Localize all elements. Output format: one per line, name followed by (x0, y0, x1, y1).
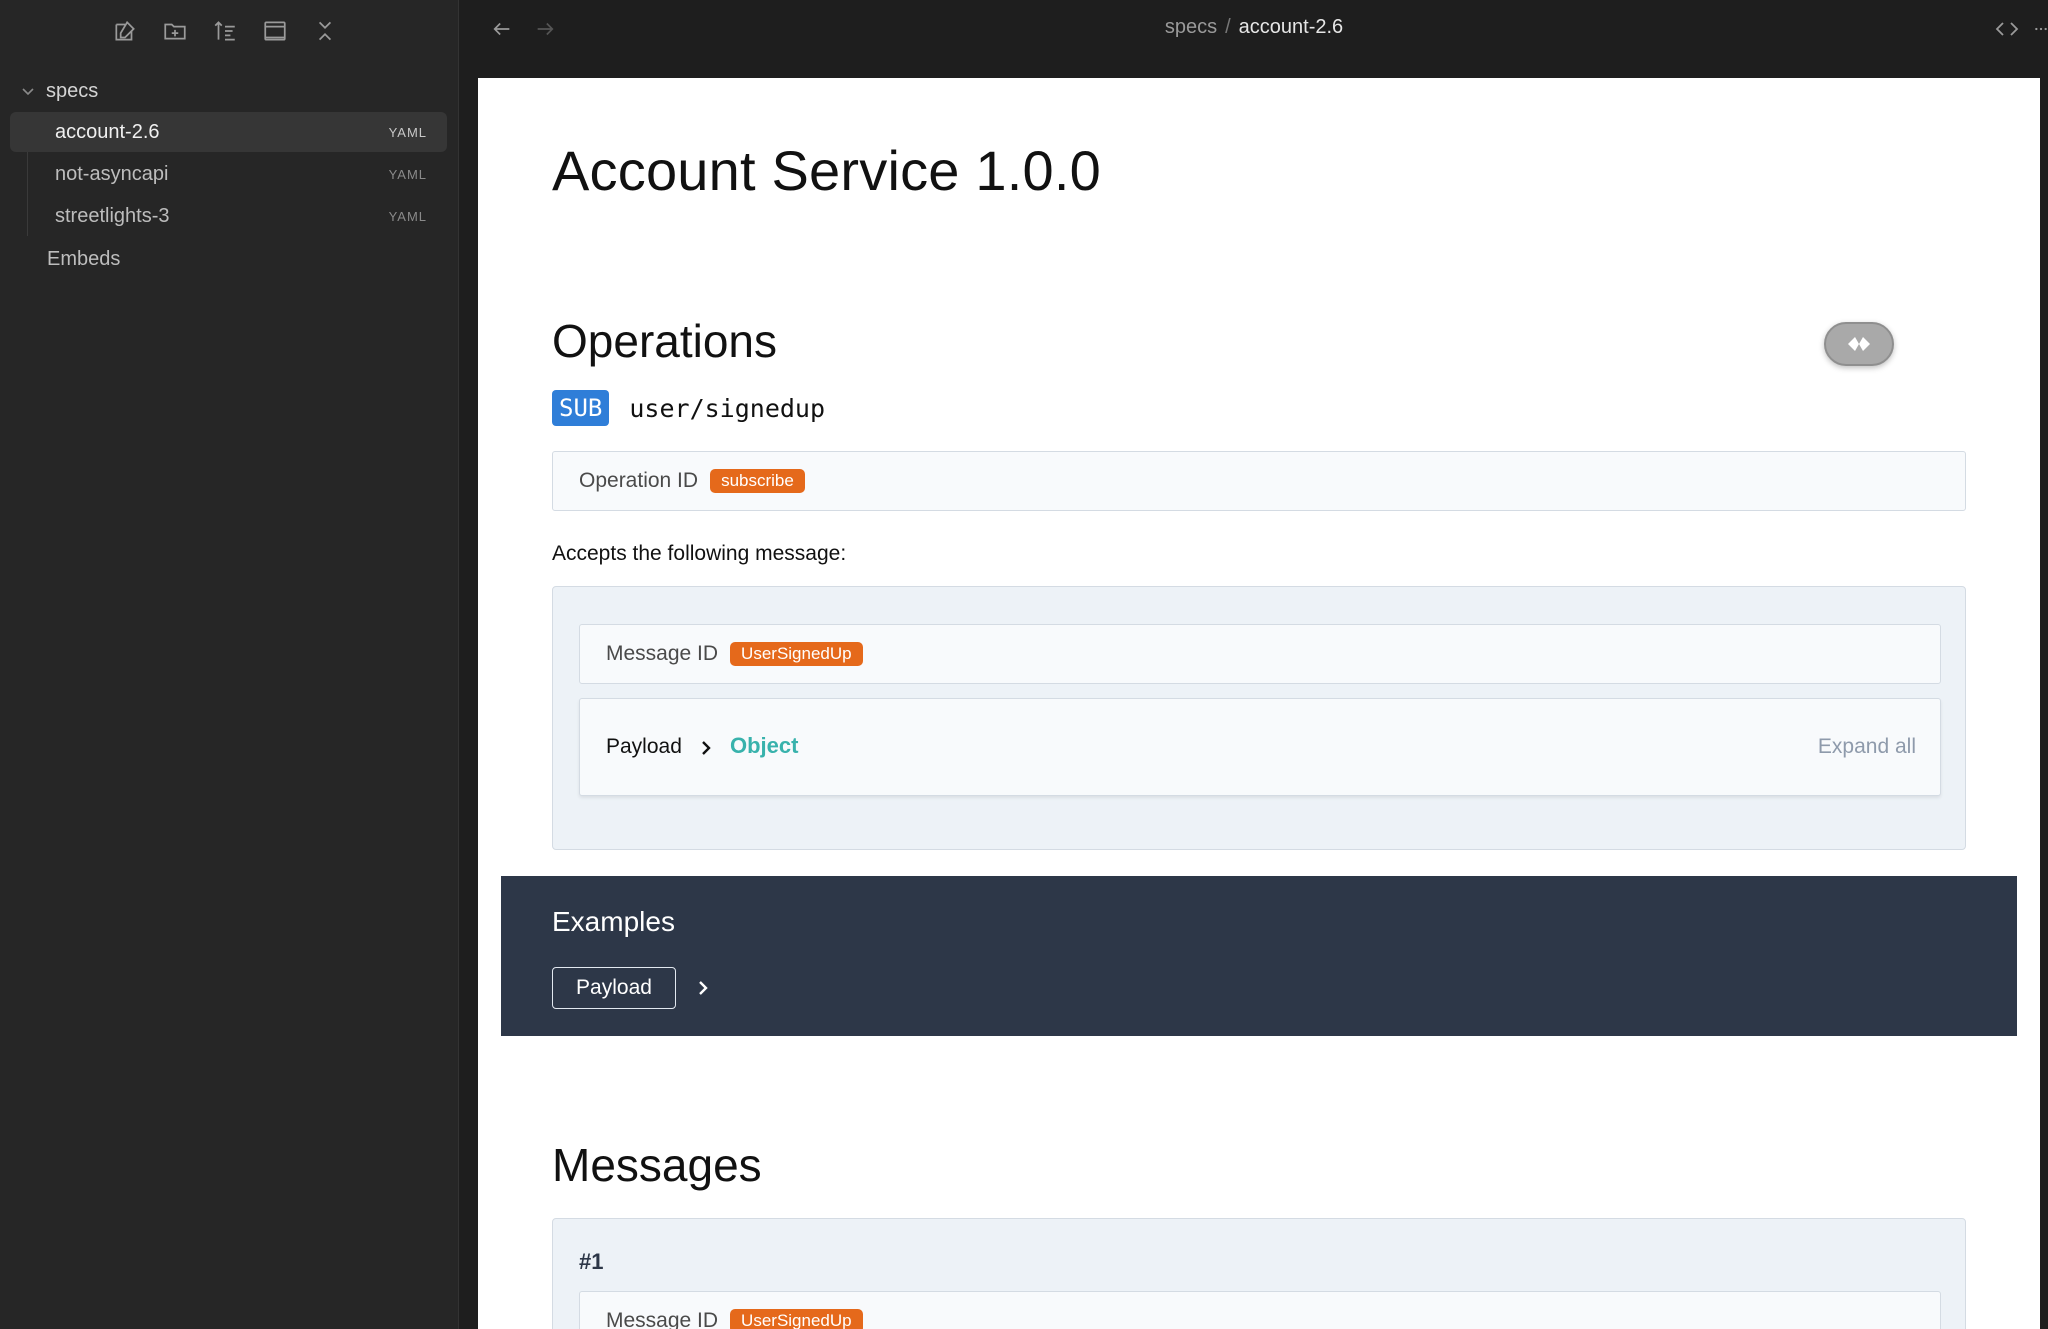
new-note-button[interactable] (108, 14, 142, 48)
diamond-arrows-icon (1848, 337, 1870, 351)
file-item-streetlights[interactable]: streetlights-3 YAML (10, 196, 447, 236)
top-right-actions (1992, 14, 2048, 44)
sidebar-toggle-button[interactable] (1824, 322, 1894, 366)
file-tree: specs account-2.6 YAML not-asyncapi YAML… (0, 72, 459, 280)
file-label: streetlights-3 (55, 204, 170, 227)
breadcrumb-parent[interactable]: specs (1165, 16, 1217, 38)
collapse-all-button[interactable] (308, 14, 342, 48)
new-folder-icon (164, 23, 186, 40)
message-id-box: Message ID UserSignedUp (579, 1291, 1941, 1329)
layout-button[interactable] (258, 14, 292, 48)
examples-heading: Examples (552, 906, 675, 937)
sort-icon (214, 21, 235, 41)
message-id-label: Message ID (606, 642, 719, 665)
examples-section: Examples Payload (501, 876, 2017, 1036)
page-title: Account Service 1.0.0 (552, 139, 1101, 202)
document-view: Account Service 1.0.0 Operations SUB use… (478, 78, 2040, 1329)
messages-container: #1 Message ID UserSignedUp (552, 1218, 1966, 1329)
top-bar: specs / account-2.6 (460, 0, 2048, 78)
channel-name: user/signedup (629, 393, 826, 423)
layout-icon (264, 21, 286, 41)
accepts-text: Accepts the following message: (552, 542, 847, 565)
file-type-tag: YAML (388, 208, 427, 224)
breadcrumb-current[interactable]: account-2.6 (1239, 16, 1344, 38)
message-id-label: Message ID (606, 1309, 719, 1329)
new-note-icon (115, 20, 135, 41)
code-icon (1995, 22, 2019, 36)
file-type-tag: YAML (388, 124, 427, 140)
message-number: #1 (579, 1249, 604, 1274)
file-item-not-asyncapi[interactable]: not-asyncapi YAML (10, 154, 447, 194)
payload-type: Object (730, 733, 799, 758)
breadcrumb: specs / account-2.6 (460, 16, 2048, 39)
breadcrumb-separator: / (1225, 16, 1231, 38)
collapse-all-icon (318, 21, 332, 41)
message-container: Message ID UserSignedUp Payload Object E… (552, 586, 1966, 850)
chevron-right-icon[interactable] (694, 977, 712, 999)
source-view-button[interactable] (1992, 14, 2022, 44)
operation-id-tag: subscribe (710, 469, 805, 493)
expand-all-button[interactable]: Expand all (1818, 735, 1916, 759)
file-item-embeds[interactable]: Embeds (0, 238, 459, 280)
sort-button[interactable] (208, 14, 242, 48)
operation-header: SUB user/signedup (552, 390, 825, 426)
more-options-button[interactable] (2034, 14, 2048, 44)
sub-badge: SUB (552, 390, 610, 426)
payload-box: Payload Object Expand all (579, 698, 1941, 796)
payload-example-button[interactable]: Payload (552, 967, 676, 1009)
folder-label: specs (46, 79, 99, 102)
sidebar: specs account-2.6 YAML not-asyncapi YAML… (0, 0, 459, 1329)
file-label: not-asyncapi (55, 162, 169, 185)
chevron-right-icon[interactable] (697, 737, 715, 759)
operations-heading: Operations (552, 315, 778, 367)
message-id-tag: UserSignedUp (730, 1309, 863, 1329)
chevron-down-icon (22, 88, 34, 96)
file-item-account[interactable]: account-2.6 YAML (10, 112, 447, 152)
messages-heading: Messages (552, 1139, 762, 1191)
operation-id-label: Operation ID (579, 469, 699, 492)
folder-children: account-2.6 YAML not-asyncapi YAML stree… (10, 112, 459, 236)
message-id-tag: UserSignedUp (730, 642, 863, 666)
folder-specs[interactable]: specs (0, 72, 459, 110)
file-label: account-2.6 (55, 120, 160, 143)
file-type-tag: YAML (388, 166, 427, 182)
sidebar-toolbar (108, 14, 342, 48)
operation-id-box: Operation ID subscribe (552, 451, 1966, 511)
payload-label[interactable]: Payload (606, 735, 682, 759)
more-icon (2035, 27, 2047, 31)
new-folder-button[interactable] (158, 14, 192, 48)
file-label: Embeds (47, 247, 121, 270)
message-id-box: Message ID UserSignedUp (579, 624, 1941, 684)
